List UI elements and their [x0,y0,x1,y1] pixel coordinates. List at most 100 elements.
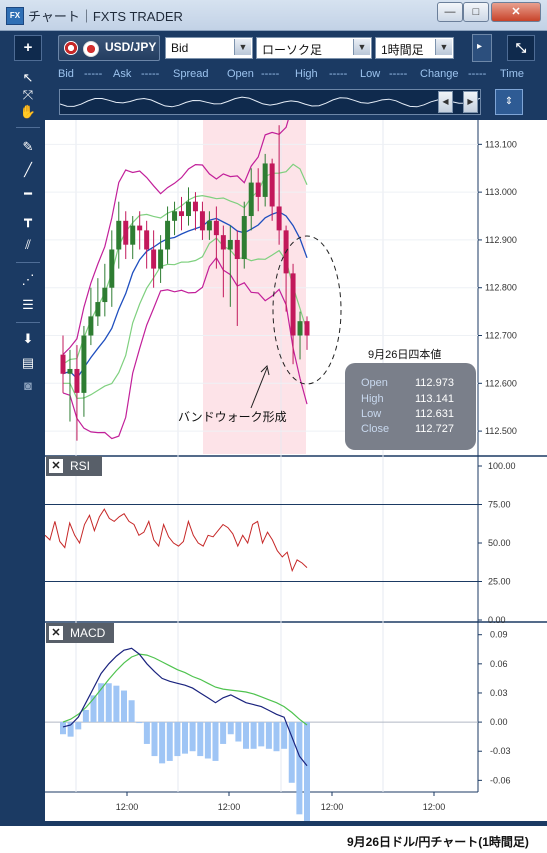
app-icon: FX [6,7,24,25]
ohlc-high-label: High [361,393,384,405]
download-icon[interactable]: ⬇ [18,331,38,347]
candle-body [109,249,115,288]
crosshair-icon[interactable]: ⤧ [18,87,38,103]
macd-histogram-bar [82,709,89,723]
scroll-right-button[interactable]: ▶ [463,91,478,113]
candle-body [234,239,240,260]
macd-histogram-bar [143,722,150,744]
rsi-tick-label: 75.00 [488,500,511,510]
candle-body [220,235,226,250]
detach-window-button[interactable]: ⤡ [507,35,535,61]
quote-open-value: ----- [261,68,280,80]
price-tick-label: 112.600 [485,378,517,388]
ohlc-low-value: 112.631 [415,408,454,420]
chart-area[interactable]: 113.100 113.000 112.900 112.800 112.700 112.6… [44,98,547,825]
price-tick-label: 113.000 [485,187,517,197]
list-icon[interactable]: ▤ [18,355,38,371]
candle-body [241,216,247,260]
rsi-tick-label: 50.00 [488,538,511,548]
candle-body [158,249,164,269]
rsi-tick-label: 0.00 [488,615,506,625]
maximize-button[interactable]: □ [463,2,489,22]
macd-histogram-bar [182,722,188,754]
candle-body [116,220,122,250]
macd-tick-label: 0.03 [490,688,508,698]
macd-histogram-bar [174,722,181,757]
hand-icon[interactable]: ✋ [18,104,38,120]
macd-histogram-bar [189,722,196,752]
symbol-selector[interactable]: USD/JPY [58,35,160,61]
rsi-tick-label: 100.00 [488,461,516,471]
timeframe-select[interactable]: 1時間足 ▼ [375,37,454,59]
macd-histogram-bar [204,722,211,759]
add-chart-button[interactable]: + [14,35,42,61]
chart-type-select[interactable]: ローソク足 ▼ [256,37,372,59]
price-tick-label: 112.900 [485,235,517,245]
quote-bid-value: ----- [84,68,103,80]
overview-sparkline [59,96,481,108]
candle-body [67,368,73,374]
toolbar-divider [16,262,40,263]
pointer-icon[interactable]: ↖ [18,70,38,86]
macd-histogram-bar [265,722,272,749]
candle-body [185,201,191,217]
quote-bar: Bid ----- Ask ----- Spread Open ----- Hi… [44,64,547,86]
candle-body [227,239,233,250]
auto-scale-button[interactable]: ⇕ [495,89,523,115]
price-tick-label: 112.800 [485,283,517,293]
overview-navigator[interactable] [59,89,481,115]
candle-body [248,182,254,217]
rsi-panel-tab[interactable]: ✕ RSI [46,456,102,476]
macd-histogram-bar [250,722,257,749]
candle-body [255,182,261,197]
camera-icon[interactable]: ◙ [18,378,38,394]
macd-histogram-bar [227,722,234,735]
quote-time-label: Time [500,68,525,80]
macd-histogram-bar [212,722,219,761]
jp-flag-icon [83,41,99,57]
macd-histogram-bar [197,722,204,757]
macd-histogram-bar [113,685,120,723]
macd-tick-label: -0.03 [490,746,511,756]
candle-body [130,225,136,245]
price-tick-label: 112.700 [485,331,517,341]
candle-body [192,201,198,212]
quote-low-value: ----- [389,68,408,80]
horizontal-line-icon[interactable]: ━ [18,186,38,202]
macd-histogram-bar [105,683,112,723]
chart-canvas: 113.100 113.000 112.900 112.800 112.700 112.6… [44,98,547,825]
quote-ask-label: Ask [113,68,132,80]
vertical-line-icon[interactable]: ┳ [18,212,38,228]
macd-histogram-bar [273,722,280,752]
us-flag-icon [64,41,78,55]
price-side-select[interactable]: Bid ▼ [165,37,253,59]
session-highlight [203,120,306,454]
quote-high-label: High [295,68,318,80]
toolbar-divider [16,127,40,128]
ohlc-title: 9月26日四本値 [368,349,442,361]
scroll-toggle-button[interactable]: ▸ [472,34,492,62]
chart-toolbar: + USD/JPY Bid ▼ ローソク足 ▼ 1時間足 ▼ ▸ ⤡ [0,31,547,64]
macd-histogram-bar [136,722,143,724]
candle-body [74,368,80,393]
fibonacci-fan-icon[interactable]: ⋰ [18,272,38,288]
channel-icon[interactable]: ⫽ [18,237,38,253]
figure-caption: 9月26日ドル/円チャート(1時間足) [347,835,529,849]
scroll-left-button[interactable]: ◀ [438,91,453,113]
candle-body [60,354,66,374]
ohlc-close-label: Close [361,423,390,435]
chevron-down-icon: ▼ [435,39,452,55]
trendline-icon[interactable]: ╱ [18,162,38,178]
pin-icon[interactable]: ✎ [18,139,38,155]
minimize-button[interactable]: — [437,2,463,22]
title-bar: FX チャート｜FXTS TRADER — □ ✕ [0,0,547,31]
quote-change-value: ----- [468,68,487,80]
close-icon[interactable]: ✕ [49,626,63,640]
candle-body [123,220,129,245]
candle-body [290,273,296,336]
candle-body [95,302,101,317]
close-button[interactable]: ✕ [491,2,541,22]
fibonacci-retracement-icon[interactable]: ☰ [18,297,38,313]
close-icon[interactable]: ✕ [49,459,63,473]
macd-panel-tab[interactable]: ✕ MACD [46,623,114,643]
